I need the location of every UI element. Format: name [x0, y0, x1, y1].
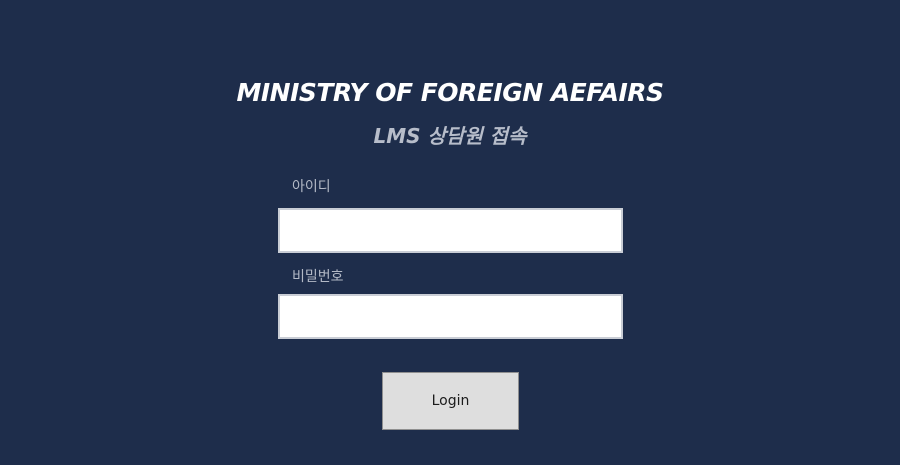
password-input[interactable] [278, 294, 623, 339]
login-screen: MINISTRY OF FOREIGN AEFAIRS LMS 상담원 접속 아… [0, 0, 900, 465]
login-button[interactable]: Login [382, 372, 519, 430]
user-id-label: 아이디 [292, 179, 331, 195]
page-title: MINISTRY OF FOREIGN AEFAIRS [236, 78, 664, 107]
password-label: 비밀번호 [292, 269, 344, 285]
page-subtitle: LMS 상담원 접속 [373, 124, 527, 148]
user-id-input[interactable] [278, 208, 623, 253]
